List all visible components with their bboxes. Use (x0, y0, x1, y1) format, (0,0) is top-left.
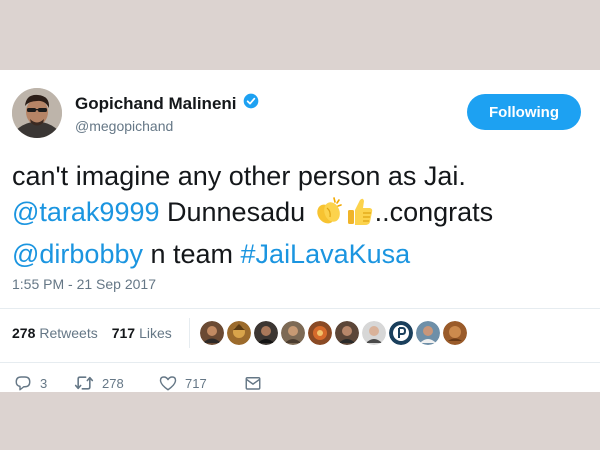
tweet-timestamp[interactable]: 1:55 PM - 21 Sep 2017 (12, 276, 156, 292)
liker-avatar[interactable] (254, 321, 278, 345)
verified-badge-icon (243, 93, 259, 114)
liker-avatar[interactable] (200, 321, 224, 345)
mention-tarak9999[interactable]: @tarak9999 (12, 197, 160, 227)
author-name[interactable]: Gopichand Malineni (75, 94, 237, 114)
likes-count: 717 (111, 325, 136, 341)
divider-bottom (0, 362, 600, 363)
liker-avatar[interactable] (335, 321, 359, 345)
direct-message-icon (244, 374, 262, 392)
reply-icon (14, 374, 32, 392)
author-avatar[interactable] (12, 88, 62, 138)
liker-avatar[interactable] (443, 321, 467, 345)
direct-message-button[interactable] (244, 374, 262, 392)
reply-count: 3 (40, 375, 48, 391)
tweet-word-congrats: ..congrats (374, 197, 494, 227)
retweets-count: 278 (12, 325, 36, 341)
tweet-text: can't imagine any other person as Jai. @… (12, 158, 592, 272)
stats-separator (189, 318, 190, 348)
reply-button[interactable]: 3 (14, 374, 74, 392)
retweet-button[interactable]: 278 (74, 374, 159, 392)
liker-avatars (200, 321, 467, 345)
tweet-word: Dunnesadu (159, 197, 313, 227)
retweet-icon (74, 374, 94, 392)
liker-avatar[interactable] (281, 321, 305, 345)
like-action-count: 717 (185, 375, 207, 391)
hashtag-jailavakusa[interactable]: #JaiLavaKusa (241, 239, 411, 269)
tweet-card: Gopichand Malineni @megopichand Followin… (0, 70, 600, 392)
liker-avatar[interactable] (416, 321, 440, 345)
like-icon (159, 374, 177, 392)
like-button[interactable]: 717 (159, 374, 244, 392)
retweet-action-count: 278 (102, 375, 124, 391)
divider-top (0, 308, 600, 309)
tweet-actions: 3 278 717 (14, 374, 262, 392)
author-name-row: Gopichand Malineni (75, 93, 259, 114)
clapping-hands-emoji (313, 195, 345, 236)
tweet-text-line-1: can't imagine any other person as Jai. (12, 161, 466, 191)
retweets-label: Retweets (39, 325, 98, 341)
likes-stat[interactable]: 717 Likes (112, 325, 172, 341)
retweets-stat[interactable]: 278 Retweets (12, 325, 98, 341)
tweet-text-line-2: @tarak9999 Dunnesadu ..congrats (12, 194, 592, 236)
tweet-text-line-3: @dirbobby n team #JaiLavaKusa (12, 236, 592, 272)
liker-avatar[interactable] (389, 321, 413, 345)
likes-label: Likes (139, 325, 172, 341)
tweet-stats: 278 Retweets 717 Likes (12, 325, 172, 341)
mention-dirbobby[interactable]: @dirbobby (12, 239, 143, 269)
tweet-word-team: n team (142, 239, 241, 269)
liker-avatar[interactable] (308, 321, 332, 345)
following-button[interactable]: Following (467, 94, 581, 130)
liker-avatar[interactable] (227, 321, 251, 345)
liker-avatar[interactable] (362, 321, 386, 345)
thumbs-up-emoji (345, 195, 375, 236)
author-handle[interactable]: @megopichand (75, 118, 173, 134)
